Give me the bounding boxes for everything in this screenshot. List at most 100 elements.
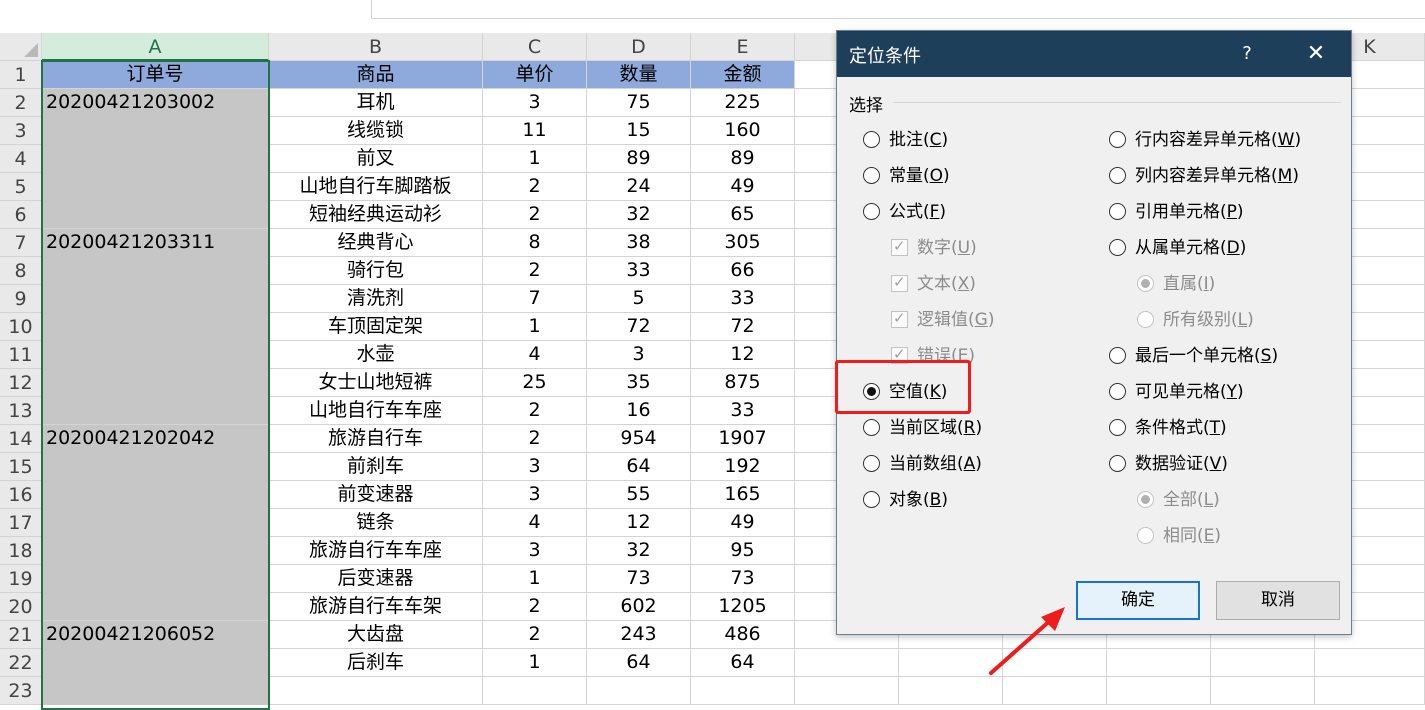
product-cell[interactable]: 后变速器 [269, 565, 483, 593]
radio-icon[interactable] [863, 383, 880, 400]
unit-price-cell[interactable]: 2 [483, 593, 587, 621]
column-header-b[interactable]: B [269, 33, 483, 61]
unit-price-cell[interactable]: 2 [483, 201, 587, 229]
amount-cell[interactable]: 1907 [691, 425, 795, 453]
product-cell[interactable]: 链条 [269, 509, 483, 537]
radio-icon[interactable] [1109, 383, 1126, 400]
amount-cell[interactable] [691, 677, 795, 705]
unit-price-cell[interactable]: 2 [483, 621, 587, 649]
product-cell[interactable]: 前叉 [269, 145, 483, 173]
header-cell-d[interactable]: 数量 [587, 61, 691, 89]
amount-cell[interactable]: 49 [691, 173, 795, 201]
quantity-cell[interactable]: 55 [587, 481, 691, 509]
empty-cell[interactable] [1315, 677, 1425, 705]
row-header[interactable]: 16 [0, 481, 42, 509]
unit-price-cell[interactable]: 3 [483, 481, 587, 509]
order-id-cell[interactable] [42, 509, 269, 537]
product-cell[interactable]: 后刹车 [269, 649, 483, 677]
product-cell[interactable]: 水壶 [269, 341, 483, 369]
column-header-c[interactable]: C [483, 33, 587, 61]
empty-cell[interactable] [1107, 649, 1211, 677]
amount-cell[interactable]: 305 [691, 229, 795, 257]
unit-price-cell[interactable]: 1 [483, 145, 587, 173]
quantity-cell[interactable]: 12 [587, 509, 691, 537]
product-cell[interactable]: 线缆锁 [269, 117, 483, 145]
quantity-cell[interactable]: 35 [587, 369, 691, 397]
quantity-cell[interactable]: 15 [587, 117, 691, 145]
unit-price-cell[interactable]: 1 [483, 313, 587, 341]
order-id-cell[interactable] [42, 117, 269, 145]
row-header[interactable]: 13 [0, 397, 42, 425]
order-id-cell[interactable]: 20200421206052 [42, 621, 269, 649]
quantity-cell[interactable]: 73 [587, 565, 691, 593]
quantity-cell[interactable]: 32 [587, 537, 691, 565]
product-cell[interactable]: 山地自行车车座 [269, 397, 483, 425]
amount-cell[interactable]: 486 [691, 621, 795, 649]
quantity-cell[interactable]: 72 [587, 313, 691, 341]
row-header[interactable]: 7 [0, 229, 42, 257]
order-id-cell[interactable] [42, 145, 269, 173]
row-header[interactable]: 9 [0, 285, 42, 313]
product-cell[interactable]: 耳机 [269, 89, 483, 117]
row-header[interactable]: 19 [0, 565, 42, 593]
radio-icon[interactable] [1109, 131, 1126, 148]
amount-cell[interactable]: 72 [691, 313, 795, 341]
cancel-button[interactable]: 取消 [1216, 581, 1340, 620]
row-header[interactable]: 12 [0, 369, 42, 397]
product-cell[interactable]: 短袖经典运动衫 [269, 201, 483, 229]
empty-cell[interactable] [795, 649, 899, 677]
empty-cell[interactable] [1107, 677, 1211, 705]
header-cell-e[interactable]: 金额 [691, 61, 795, 89]
amount-cell[interactable]: 165 [691, 481, 795, 509]
row-header[interactable]: 8 [0, 257, 42, 285]
quantity-cell[interactable]: 16 [587, 397, 691, 425]
unit-price-cell[interactable]: 3 [483, 537, 587, 565]
radio-icon[interactable] [863, 167, 880, 184]
row-header[interactable]: 1 [0, 61, 42, 89]
empty-cell[interactable] [899, 649, 1003, 677]
quantity-cell[interactable]: 64 [587, 453, 691, 481]
order-id-cell[interactable] [42, 481, 269, 509]
row-header[interactable]: 22 [0, 649, 42, 677]
unit-price-cell[interactable]: 3 [483, 89, 587, 117]
select-all-corner[interactable] [0, 33, 42, 61]
amount-cell[interactable]: 192 [691, 453, 795, 481]
unit-price-cell[interactable]: 1 [483, 565, 587, 593]
unit-price-cell[interactable]: 2 [483, 397, 587, 425]
order-id-cell[interactable] [42, 369, 269, 397]
amount-cell[interactable]: 65 [691, 201, 795, 229]
empty-cell[interactable] [795, 677, 899, 705]
row-header[interactable]: 21 [0, 621, 42, 649]
column-header-a[interactable]: A [42, 33, 269, 61]
unit-price-cell[interactable]: 4 [483, 509, 587, 537]
row-header[interactable]: 23 [0, 677, 42, 705]
product-cell[interactable]: 女士山地短裤 [269, 369, 483, 397]
product-cell[interactable]: 前变速器 [269, 481, 483, 509]
quantity-cell[interactable]: 38 [587, 229, 691, 257]
order-id-cell[interactable] [42, 313, 269, 341]
order-id-cell[interactable]: 20200421202042 [42, 425, 269, 453]
amount-cell[interactable]: 1205 [691, 593, 795, 621]
radio-icon[interactable] [863, 203, 880, 220]
amount-cell[interactable]: 33 [691, 285, 795, 313]
product-cell[interactable]: 骑行包 [269, 257, 483, 285]
amount-cell[interactable]: 66 [691, 257, 795, 285]
radio-icon[interactable] [1109, 203, 1126, 220]
empty-cell[interactable] [1211, 649, 1315, 677]
radio-icon[interactable] [863, 455, 880, 472]
quantity-cell[interactable]: 243 [587, 621, 691, 649]
quantity-cell[interactable]: 64 [587, 649, 691, 677]
unit-price-cell[interactable]: 25 [483, 369, 587, 397]
radio-icon[interactable] [1109, 419, 1126, 436]
row-header[interactable]: 11 [0, 341, 42, 369]
ok-button[interactable]: 确定 [1076, 581, 1200, 620]
unit-price-cell[interactable]: 11 [483, 117, 587, 145]
header-cell-a[interactable]: 订单号 [42, 61, 269, 89]
column-header-d[interactable]: D [587, 33, 691, 61]
quantity-cell[interactable]: 3 [587, 341, 691, 369]
unit-price-cell[interactable] [483, 677, 587, 705]
row-header[interactable]: 18 [0, 537, 42, 565]
product-cell[interactable]: 旅游自行车 [269, 425, 483, 453]
unit-price-cell[interactable]: 2 [483, 425, 587, 453]
amount-cell[interactable]: 875 [691, 369, 795, 397]
